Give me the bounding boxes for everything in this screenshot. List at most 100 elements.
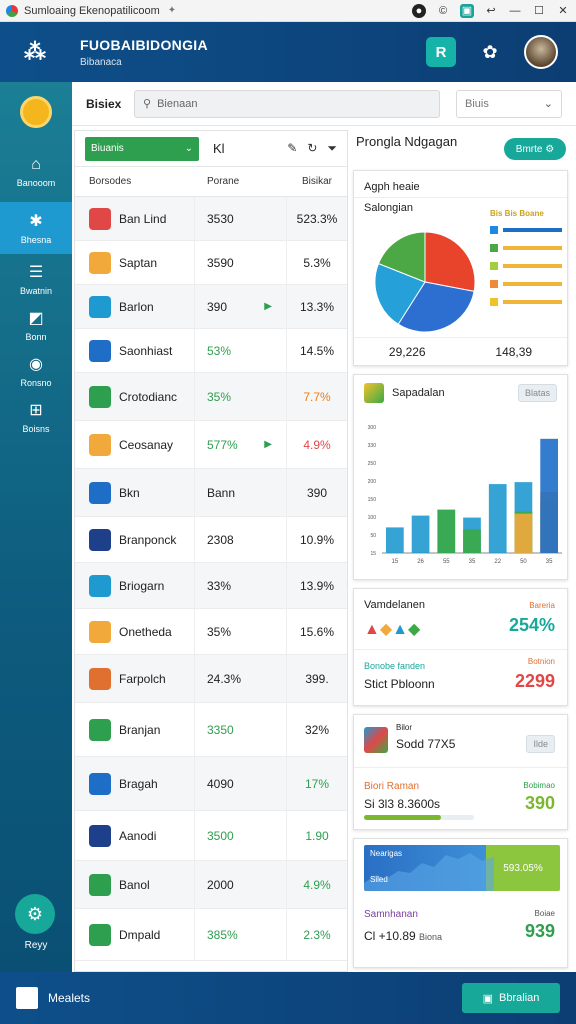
table-row[interactable]: Bkn Bann 390 — [75, 469, 347, 517]
trend-card: Nearigas Siled 593.05% Samnhanan Cl +10.… — [353, 838, 568, 968]
sidebar-item-grid[interactable]: ⊞ Boisns — [0, 396, 72, 438]
table-row[interactable]: Saonhiast 53% 14.5% — [75, 329, 347, 373]
settings-label: Reyy — [24, 940, 48, 951]
column-header[interactable]: Bisikar — [287, 176, 347, 187]
y-tick-label: 50 — [370, 533, 376, 539]
progress-bar — [364, 815, 474, 820]
table-row[interactable]: Onetheda 35% 15.6% — [75, 609, 347, 655]
row-change: 7.7% — [303, 389, 331, 404]
stat-label: Bareria — [529, 601, 555, 610]
table-x-label[interactable]: Kl — [213, 141, 225, 156]
row-name: Briogarn — [119, 578, 165, 593]
row-value: Bann — [207, 485, 236, 500]
column-header[interactable]: Porane — [195, 176, 287, 187]
table-row[interactable]: Banol 2000 4.9% — [75, 861, 347, 909]
sidebar-item-list[interactable]: ☰ Bwatnin — [0, 258, 72, 300]
table-row[interactable]: Saptan 3590 5.3% — [75, 241, 347, 285]
settings-gear-icon[interactable]: ⚙ — [15, 894, 55, 934]
footer-button-icon: ▣ — [482, 992, 494, 1005]
table-row[interactable]: Dmpald 385% 2.3% — [75, 909, 347, 961]
chevron-down-icon: ⌄ — [184, 143, 193, 154]
row-icon — [89, 923, 111, 946]
close-icon[interactable]: ✕ — [556, 4, 570, 18]
footer-action-button[interactable]: ▣ Bbralian — [462, 983, 560, 1013]
maximize-icon[interactable]: ☐ — [532, 4, 546, 18]
x-tick-label: 22 — [494, 559, 501, 565]
bar — [437, 509, 456, 553]
table-row[interactable]: Branponck 2308 10.9% — [75, 517, 347, 563]
table-header: Borsodes Porane Bisikar — [75, 167, 347, 197]
stat-card: Bilor Sodd 77X5 Ilde Biori Raman Si 3l3 … — [353, 714, 568, 830]
sidebar-item-doc[interactable]: ◩ Bonn — [0, 304, 72, 346]
bar-card-pill[interactable]: Blatas — [517, 384, 557, 402]
search-label: Bisiex — [86, 96, 122, 111]
bar-card-header: Sapadalan Blatas — [354, 375, 567, 411]
avatar[interactable] — [524, 35, 558, 69]
header-action-button[interactable]: R — [426, 37, 456, 67]
trend-sparkline: Nearigas Siled — [364, 845, 494, 891]
row-change: 13.9% — [299, 578, 335, 593]
card-pill[interactable]: Ilde — [526, 735, 555, 753]
trend-sub: Siled — [370, 875, 388, 884]
sidebar-item-home[interactable]: ⌂ Banooom — [0, 146, 72, 198]
sidebar-item-chart[interactable]: ✱ Bhesna — [0, 202, 72, 254]
row-value: 35% — [207, 389, 232, 404]
copyright-icon[interactable]: © — [436, 4, 450, 18]
x-tick-label: 35 — [546, 559, 553, 565]
record-icon[interactable]: ● — [412, 3, 426, 18]
row-value: 2308 — [207, 532, 234, 547]
table-row[interactable]: Aanodi 3500 1.90 — [75, 811, 347, 861]
table-row[interactable]: Ban Lind 3530 523.3% — [75, 197, 347, 241]
table-row[interactable]: Crotodianc 35% 7.7% — [75, 373, 347, 421]
table-row[interactable]: Bragah 4090 17% — [75, 757, 347, 811]
table-filter-dropdown[interactable]: Biuanis ⌄ — [85, 136, 199, 161]
row-change: 523.3% — [296, 211, 338, 226]
pin-icon[interactable]: ✦ — [168, 5, 176, 16]
filter-icon[interactable]: ⏷ — [327, 141, 337, 156]
play-icon[interactable]: ▶ — [264, 301, 272, 312]
brand-logo-icon[interactable]: ⁂ — [18, 35, 52, 69]
play-icon[interactable]: ▶ — [264, 439, 272, 450]
row-change: 5.3% — [303, 255, 331, 270]
pie-chart-card: Agph heaie Salongian Bis Bis Boane 29,22… — [353, 170, 568, 366]
y-tick-label: 200 — [368, 479, 377, 485]
table-row[interactable]: Branjan 3350 32% — [75, 703, 347, 757]
minimize-icon[interactable]: — — [508, 4, 522, 18]
table-row[interactable]: Barlon 390 ▶ 13.3% — [75, 285, 347, 329]
bar-chart: 300 330 250 200 150 100 50 15 15 26 55 35 22 50 35 — [368, 425, 562, 565]
edit-icon[interactable]: ✎ — [287, 141, 297, 156]
row-value: 33% — [207, 578, 232, 593]
app-logo-icon — [6, 4, 18, 17]
title-bar: Sumloaing Ekenopatilicoom ✦ ● © ▣ ↩ — ☐ … — [0, 0, 576, 22]
legend-item — [490, 298, 562, 306]
trend-percent: 593.05% — [486, 845, 560, 891]
row-icon — [89, 295, 111, 318]
footer-bar: Mealets ▣ Bbralian — [0, 972, 576, 1024]
app-icon[interactable]: ▣ — [460, 3, 474, 18]
chart-legend: Bis Bis Boane — [490, 209, 562, 316]
row-name: Banol — [119, 877, 150, 892]
stat-value: 254% — [508, 615, 555, 635]
card-heading: Agph heaie — [364, 181, 420, 193]
sidebar-item-eye[interactable]: ◉ Ronsno — [0, 350, 72, 392]
panel-action-button[interactable]: Bmrte ⚙ — [504, 138, 566, 160]
search-input[interactable]: ⚲ Bienaan — [134, 89, 440, 118]
row-icon — [89, 620, 111, 643]
stat-text: Si 3l3 8.3600s — [364, 797, 441, 811]
bar — [540, 438, 558, 553]
sidebar-item-label: Boisns — [22, 424, 50, 434]
back-icon[interactable]: ↩ — [484, 4, 498, 18]
table-row[interactable]: Briogarn 33% 13.9% — [75, 563, 347, 609]
stat-value: 2299 — [514, 671, 555, 691]
filter-dropdown[interactable]: Biuis ⌄ — [456, 89, 562, 118]
row-name: Saonhiast — [119, 343, 173, 358]
column-header[interactable]: Borsodes — [75, 176, 195, 187]
table-row[interactable]: Ceosanay 577% ▶ 4.9% — [75, 421, 347, 469]
coin-icon[interactable] — [20, 96, 52, 128]
row-value: 385% — [207, 927, 238, 942]
sidebar-item-label: Ronsno — [20, 378, 52, 388]
table-row[interactable]: Farpolch 24.3% 399. — [75, 655, 347, 703]
app-title: FUOBAIBIDONGIA — [80, 36, 208, 53]
globe-icon[interactable]: ✿ — [478, 40, 502, 64]
refresh-icon[interactable]: ↻ — [307, 141, 317, 156]
